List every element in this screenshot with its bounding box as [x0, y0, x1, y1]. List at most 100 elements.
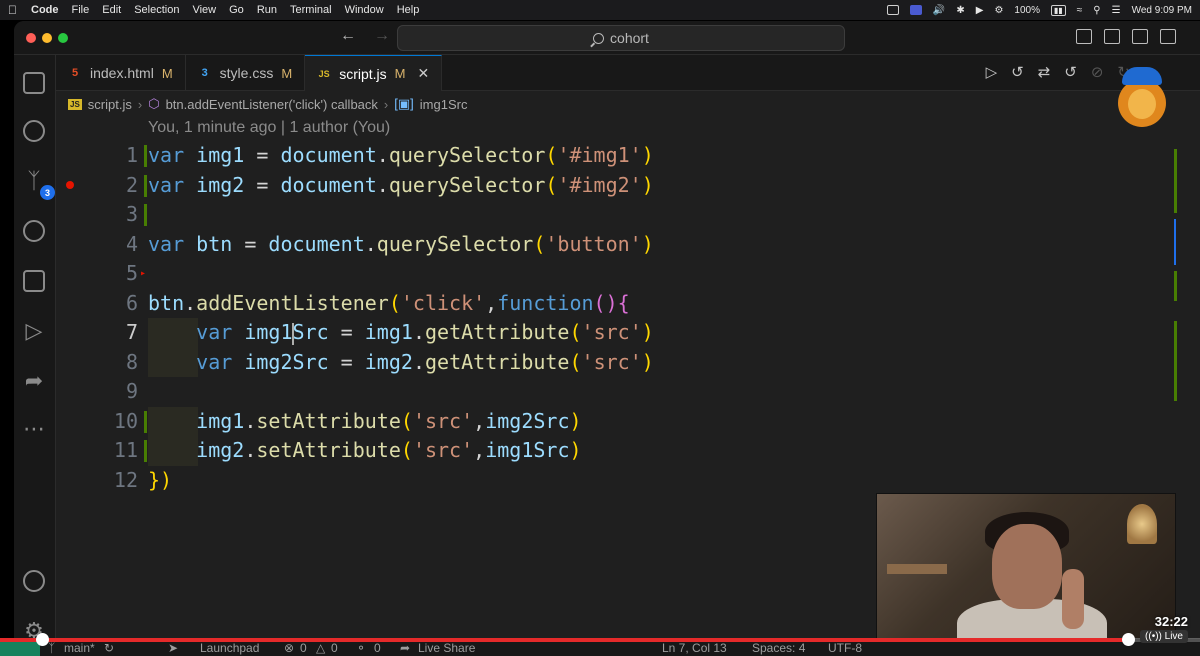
- code-line[interactable]: 11 img2.setAttribute('src',img1Src): [56, 436, 1166, 466]
- git-blame-codelens[interactable]: You, 1 minute ago | 1 author (You): [148, 119, 390, 137]
- play-icon[interactable]: ▶: [976, 5, 984, 16]
- line-number[interactable]: 12: [56, 466, 138, 496]
- extensions-icon[interactable]: [18, 265, 50, 297]
- code-line[interactable]: 6 btn.addEventListener('click',function()…: [56, 289, 1166, 319]
- ports-count[interactable]: 0: [374, 641, 381, 655]
- menu-window[interactable]: Window: [345, 4, 384, 16]
- encoding[interactable]: UTF-8: [828, 641, 862, 655]
- wifi-icon[interactable]: ≈: [1077, 5, 1083, 16]
- toggle-panel-icon[interactable]: [1104, 29, 1120, 44]
- code-text[interactable]: var img1 = document.querySelector('#img1…: [148, 141, 654, 171]
- sync-icon[interactable]: ↻: [104, 641, 114, 655]
- toggle-primary-sidebar-icon[interactable]: [1076, 29, 1092, 44]
- code-line[interactable]: 5 ▸: [56, 259, 1166, 289]
- breadcrumb-file[interactable]: script.js: [88, 97, 132, 112]
- more-views-icon[interactable]: ⋯: [18, 413, 50, 445]
- line-number[interactable]: 9: [56, 377, 138, 407]
- code-text[interactable]: var img2 = document.querySelector('#img2…: [148, 171, 654, 201]
- menu-clock[interactable]: Wed 9:09 PM: [1132, 5, 1192, 16]
- screen-record-icon[interactable]: [886, 5, 899, 15]
- chapter-scrubber-knob[interactable]: [36, 633, 49, 646]
- git-modified-gutter[interactable]: [144, 410, 147, 433]
- line-number[interactable]: 10: [56, 407, 138, 437]
- menu-edit[interactable]: Edit: [102, 4, 121, 16]
- forward-arrow-icon[interactable]: →: [374, 27, 390, 45]
- code-line[interactable]: 2 var img2 = document.querySelector('#img…: [56, 171, 1166, 201]
- video-scrubber-knob[interactable]: [1122, 633, 1135, 646]
- live-share-icon[interactable]: ➦: [18, 365, 50, 397]
- video-progress-bar[interactable]: [0, 633, 1200, 646]
- line-number[interactable]: 6: [56, 289, 138, 319]
- run-file-icon[interactable]: ▷: [986, 63, 998, 81]
- menu-app-name[interactable]: Code: [31, 4, 59, 16]
- back-arrow-icon[interactable]: ←: [340, 27, 356, 45]
- volume-icon[interactable]: 🔊: [933, 5, 945, 16]
- git-modified-gutter[interactable]: [144, 174, 147, 197]
- code-line[interactable]: 10 img1.setAttribute('src',img2Src): [56, 406, 1166, 437]
- run-debug-icon[interactable]: ▷: [18, 315, 50, 347]
- code-text[interactable]: }): [148, 466, 172, 496]
- menu-terminal[interactable]: Terminal: [290, 4, 332, 16]
- line-number[interactable]: 11: [56, 436, 138, 466]
- menu-selection[interactable]: Selection: [134, 4, 179, 16]
- zoom-window-button[interactable]: [58, 33, 68, 43]
- code-text[interactable]: var btn = document.querySelector('button…: [148, 230, 654, 260]
- menu-go[interactable]: Go: [229, 4, 244, 16]
- git-deleted-marker-icon[interactable]: ▸: [140, 259, 146, 289]
- tab-style-css[interactable]: 3 style.css M: [186, 55, 306, 91]
- battery-icon[interactable]: ▮▮: [1050, 4, 1066, 16]
- code-line[interactable]: 9: [56, 377, 1166, 407]
- breakpoint-icon[interactable]: [66, 180, 74, 189]
- code-line[interactable]: 1 var img1 = document.querySelector('#img…: [56, 141, 1166, 171]
- breadcrumb-symbol[interactable]: img1Src: [420, 97, 468, 112]
- error-count[interactable]: 0: [300, 641, 307, 655]
- control-center-icon[interactable]: ☰: [1112, 5, 1121, 16]
- branch-name[interactable]: main*: [64, 641, 95, 655]
- line-number[interactable]: 1: [56, 141, 138, 171]
- code-editor[interactable]: 1 var img1 = document.querySelector('#img…: [56, 141, 1166, 495]
- warning-count[interactable]: 0: [331, 641, 338, 655]
- cursor-position[interactable]: Ln 7, Col 13: [662, 641, 727, 655]
- tab-script-js[interactable]: JS script.js M ✕: [305, 55, 443, 91]
- code-text[interactable]: var img1Src = img1.getAttribute('src'): [148, 318, 654, 348]
- bluetooth-icon[interactable]: ✱: [956, 5, 964, 16]
- spotlight-icon[interactable]: ⚲: [1093, 5, 1100, 16]
- git-modified-gutter[interactable]: [144, 440, 147, 462]
- git-commit-icon[interactable]: ⊘: [1091, 63, 1104, 81]
- minimize-window-button[interactable]: [42, 33, 52, 43]
- settings-icon[interactable]: ⚙: [994, 5, 1003, 16]
- code-line[interactable]: 8 var img2Src = img2.getAttribute('src'): [56, 347, 1166, 378]
- apple-menu-icon[interactable]: : [8, 3, 17, 17]
- menu-view[interactable]: View: [192, 4, 216, 16]
- display-icon[interactable]: [909, 5, 922, 15]
- indentation[interactable]: Spaces: 4: [752, 641, 805, 655]
- code-text[interactable]: btn.addEventListener('click',function(){: [148, 289, 630, 319]
- timeline-icon[interactable]: ↺: [1011, 63, 1024, 81]
- close-window-button[interactable]: [26, 33, 36, 43]
- git-modified-gutter[interactable]: [144, 204, 147, 226]
- code-line[interactable]: 3: [56, 200, 1166, 230]
- launchpad-label[interactable]: Launchpad: [200, 641, 259, 655]
- explorer-icon[interactable]: [18, 67, 50, 99]
- go-back-change-icon[interactable]: ↺: [1064, 63, 1077, 81]
- source-control-icon[interactable]: ᛉ 3: [18, 165, 55, 200]
- code-text[interactable]: img1.setAttribute('src',img2Src): [148, 407, 581, 437]
- github-icon[interactable]: [18, 215, 50, 247]
- menu-help[interactable]: Help: [397, 4, 420, 16]
- line-number[interactable]: 8: [56, 348, 138, 378]
- menu-run[interactable]: Run: [257, 4, 277, 16]
- code-text[interactable]: img2.setAttribute('src',img1Src): [148, 436, 581, 466]
- line-number[interactable]: 4: [56, 230, 138, 260]
- live-share-label[interactable]: Live Share: [418, 641, 475, 655]
- live-badge[interactable]: ((•)) Live: [1140, 630, 1188, 643]
- line-number[interactable]: 7: [56, 318, 138, 348]
- code-line[interactable]: 12}): [56, 466, 1166, 496]
- close-tab-icon[interactable]: ✕: [417, 65, 429, 82]
- line-number[interactable]: 5: [56, 259, 138, 289]
- code-text[interactable]: var img2Src = img2.getAttribute('src'): [148, 348, 654, 378]
- toggle-secondary-sidebar-icon[interactable]: [1132, 29, 1148, 44]
- command-center-search[interactable]: cohort: [397, 25, 845, 51]
- code-line[interactable]: 4 var btn = document.querySelector('butto…: [56, 230, 1166, 260]
- compare-changes-icon[interactable]: ⇄: [1038, 63, 1051, 81]
- code-line[interactable]: 7 var img1Src = img1.getAttribute('src'): [56, 318, 1166, 348]
